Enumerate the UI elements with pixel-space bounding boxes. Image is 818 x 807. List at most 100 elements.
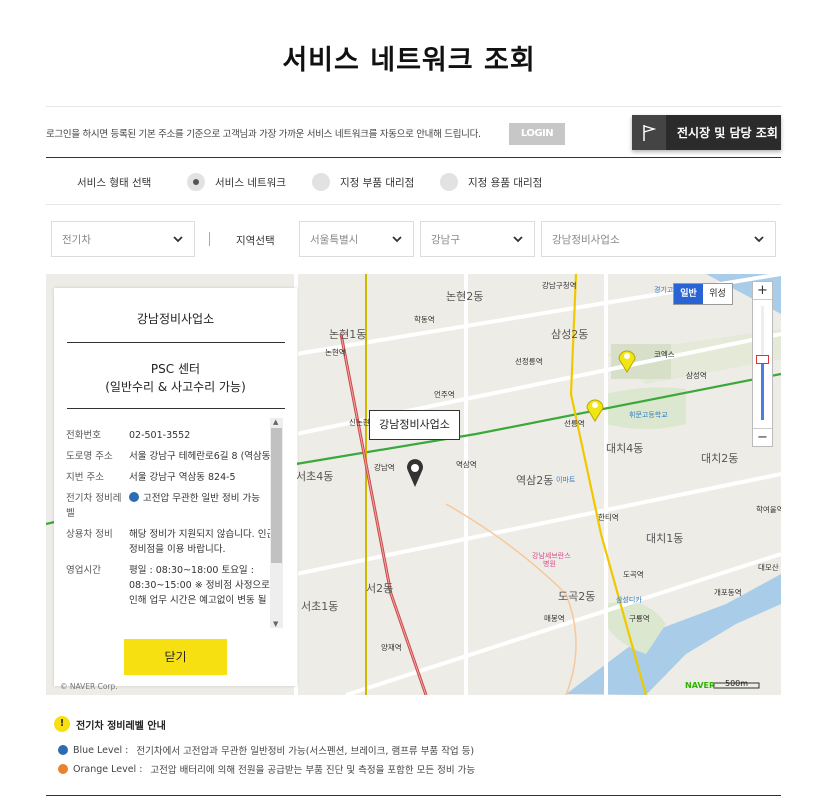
zoom-out-button[interactable]: −: [753, 428, 772, 446]
detail-key: 지번 주소: [66, 472, 104, 483]
svg-text:강남구청역: 강남구청역: [542, 280, 577, 290]
center-subtitle: (일반수리 & 사고수리 가능): [105, 380, 246, 394]
zoom-in-button[interactable]: +: [753, 282, 772, 300]
svg-text:삼성2동: 삼성2동: [551, 328, 588, 341]
map-type-normal[interactable]: 일반: [674, 284, 703, 304]
naver-logo: NAVER: [685, 681, 716, 690]
orange-level-icon: [58, 764, 68, 774]
legend-title-text: 전기차 정비레벨 안내: [76, 720, 166, 732]
map-type-satellite[interactable]: 위성: [703, 284, 732, 304]
map-copyright: © NAVER Corp.: [60, 682, 118, 691]
legend-name: Orange Level :: [73, 763, 143, 775]
svg-text:대치2동: 대치2동: [701, 452, 738, 465]
radio-accessory-dealer[interactable]: 지정 용품 대리점: [440, 173, 542, 191]
detail-value: 서울 강남구 역삼동 824-5: [129, 472, 236, 483]
svg-text:대치4동: 대치4동: [606, 442, 643, 455]
page-title: 서비스 네트워크 조회: [282, 45, 536, 76]
radio-service-network[interactable]: 서비스 네트워크: [187, 173, 286, 191]
svg-text:삼성역: 삼성역: [686, 370, 707, 380]
blue-level-icon: [129, 492, 139, 502]
detail-row-road-address: 도로명 주소 서울 강남구 테헤란로6길 8 (역삼동): [66, 449, 276, 464]
warning-icon: !: [54, 716, 70, 732]
svg-text:서초1동: 서초1동: [301, 600, 338, 613]
detail-row-lot-address: 지번 주소 서울 강남구 역삼동 824-5: [66, 470, 276, 485]
district-select[interactable]: 강남구: [420, 221, 535, 257]
svg-text:삼성디카: 삼성디카: [616, 595, 642, 604]
scroll-down-icon[interactable]: ▼: [273, 620, 278, 628]
detail-value: 평일 : 08:30~18:00 토요일 : 08:30~15:00 ※ 정비점…: [129, 565, 270, 606]
svg-text:매봉역: 매봉역: [544, 613, 565, 623]
district-select-value: 강남구: [431, 233, 460, 246]
svg-text:대모산: 대모산: [758, 562, 779, 572]
svg-text:서초4동: 서초4동: [296, 470, 333, 483]
detail-value: 02-501-3552: [129, 430, 191, 441]
svg-text:선릉역: 선릉역: [564, 418, 585, 428]
divider: [46, 157, 781, 158]
svg-text:휘문고등학교: 휘문고등학교: [629, 410, 668, 419]
divider: [67, 342, 285, 343]
detail-key: 전화번호: [66, 430, 101, 441]
map-marker-callout[interactable]: 강남정비사업소: [369, 410, 460, 440]
svg-text:강남세브란스: 강남세브란스: [532, 551, 571, 560]
radio-parts-dealer[interactable]: 지정 부품 대리점: [312, 173, 414, 191]
shop-detail-list: 전화번호 02-501-3552 도로명 주소 서울 강남구 테헤란로6길 8 …: [66, 428, 276, 614]
blue-level-icon: [58, 745, 68, 755]
svg-text:논현역: 논현역: [325, 347, 346, 357]
svg-text:선정릉역: 선정릉역: [515, 356, 543, 366]
detail-value: 고전압 무관한 일반 정비 가능: [143, 493, 260, 504]
svg-text:개포동역: 개포동역: [714, 587, 742, 597]
svg-text:이마트: 이마트: [556, 475, 576, 484]
svg-text:병원: 병원: [543, 559, 556, 568]
login-button[interactable]: LOGIN: [509, 123, 565, 145]
map-type-toggle: 일반 위성: [673, 283, 733, 305]
radio-selected-icon: [187, 173, 205, 191]
detail-row-commercial: 상용차 정비 해당 정비가 지원되지 않습니다. 인근 정비점을 이용 바랍니다…: [66, 527, 276, 557]
detail-row-ev-level: 전기차 정비레벨 고전압 무관한 일반 정비 가능: [66, 491, 276, 521]
svg-text:강남역: 강남역: [374, 462, 395, 472]
scroll-up-icon[interactable]: ▲: [273, 418, 278, 426]
svg-text:논현1동: 논현1동: [329, 328, 366, 341]
detail-key: 전기차 정비레벨: [66, 493, 122, 519]
svg-text:코엑스: 코엑스: [654, 349, 675, 359]
detail-row-phone: 전화번호 02-501-3552: [66, 428, 276, 443]
svg-text:논현2동: 논현2동: [446, 290, 483, 303]
panel-scrollbar[interactable]: ▲ ▼: [270, 418, 283, 628]
divider: [46, 106, 781, 107]
region-label: 지역선택: [236, 235, 275, 247]
svg-text:학여울역: 학여울역: [756, 504, 781, 514]
shop-info-panel: 강남정비사업소 PSC 센터 (일반수리 & 사고수리 가능) 전화번호 02-…: [54, 288, 297, 686]
map-scale: 500m: [725, 679, 749, 688]
zoom-level-fill: [761, 362, 764, 420]
vehicle-select[interactable]: 전기차: [51, 221, 195, 257]
svg-text:구룡역: 구룡역: [629, 613, 650, 623]
close-button[interactable]: 닫기: [124, 639, 227, 675]
detail-key: 영업시간: [66, 565, 101, 576]
zoom-handle[interactable]: [756, 355, 769, 364]
login-notice: 로그인을 하시면 등록된 기본 주소를 기준으로 고객님과 가장 가까운 서비스…: [46, 129, 481, 140]
chevron-down-icon: [173, 236, 183, 243]
detail-key: 도로명 주소: [66, 451, 113, 462]
svg-text:도곡역: 도곡역: [623, 569, 644, 579]
zoom-control: + −: [752, 281, 773, 447]
city-select[interactable]: 서울특별시: [299, 221, 414, 257]
radio-empty-icon: [312, 173, 330, 191]
flag-icon: [632, 115, 666, 150]
shop-select-value: 강남정비사업소: [552, 233, 620, 246]
svg-text:역삼역: 역삼역: [456, 459, 477, 469]
radio-empty-icon: [440, 173, 458, 191]
detail-row-hours: 영업시간 평일 : 08:30~18:00 토요일 : 08:30~15:00 …: [66, 563, 276, 608]
svg-text:도곡2동: 도곡2동: [558, 590, 595, 603]
svg-text:서2동: 서2동: [366, 582, 393, 595]
detail-key: 상용차 정비: [66, 529, 113, 540]
divider: [209, 232, 210, 246]
vehicle-select-value: 전기차: [62, 233, 91, 246]
shop-select[interactable]: 강남정비사업소: [541, 221, 776, 257]
detail-value: 해당 정비가 지원되지 않습니다. 인근 정비점을 이용 바랍니다.: [129, 529, 276, 555]
legend-item-orange: Orange Level : 고전압 배터리에 의해 전원을 공급받는 부품 진…: [58, 762, 475, 776]
scroll-thumb[interactable]: [271, 428, 282, 563]
svg-text:학동역: 학동역: [414, 314, 435, 324]
divider: [46, 795, 781, 796]
legend-desc: 전기차에서 고전압과 무관한 일반정비 가능(서스펜션, 브레이크, 램프류 부…: [136, 746, 475, 757]
showroom-search-button[interactable]: 전시장 및 담당 조회: [632, 115, 781, 150]
showroom-button-label: 전시장 및 담당 조회: [677, 126, 778, 140]
